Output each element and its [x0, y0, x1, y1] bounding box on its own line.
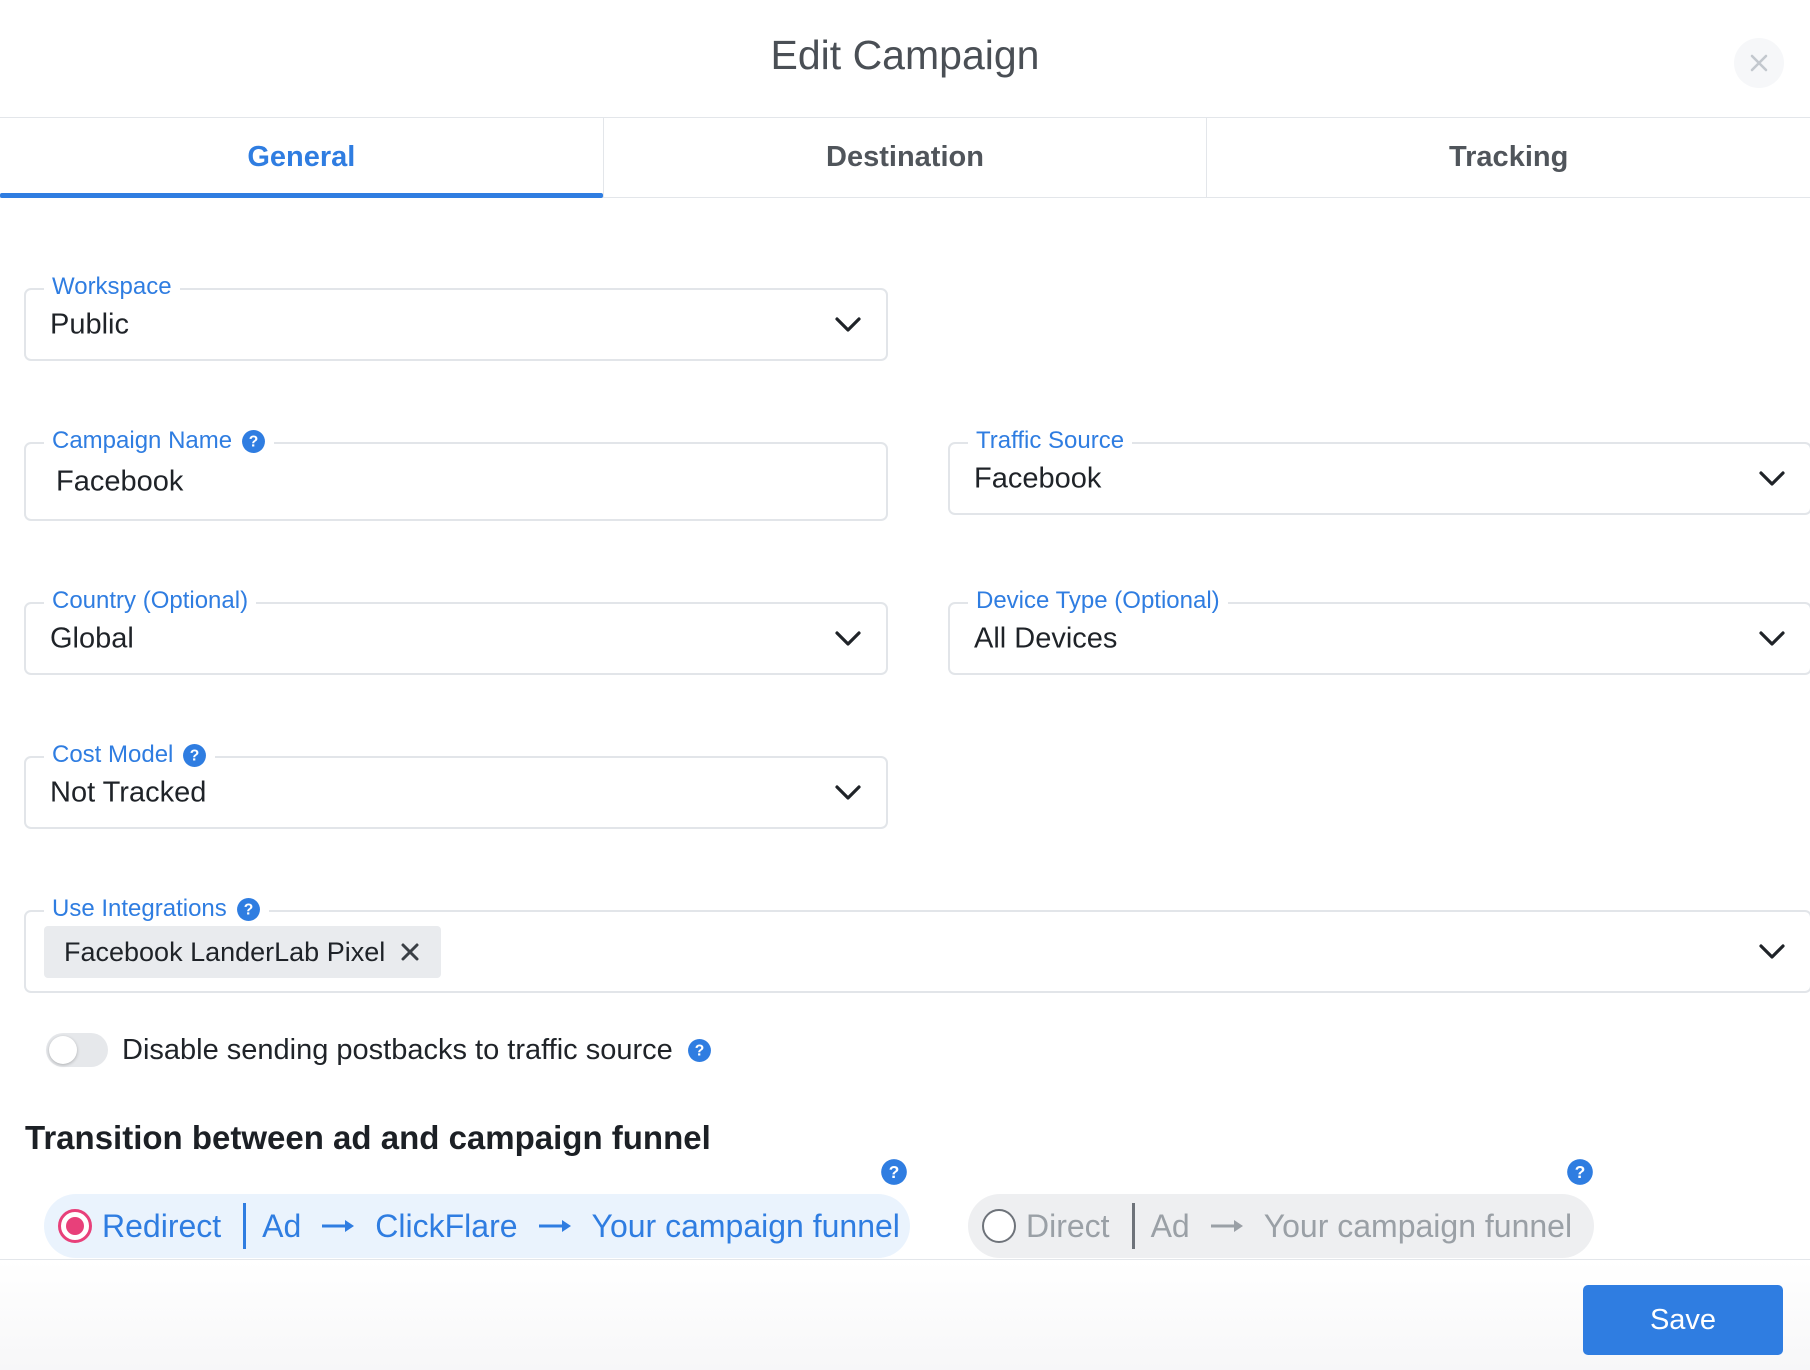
- chevron-down-icon: [835, 316, 861, 332]
- campaign-name-label: Campaign Name ?: [44, 427, 275, 455]
- svg-text:?: ?: [1575, 1162, 1586, 1182]
- flow-step: Ad: [262, 1207, 302, 1244]
- chevron-down-icon: [1759, 943, 1785, 959]
- close-icon: [1750, 54, 1768, 72]
- redirect-radio[interactable]: [58, 1209, 92, 1243]
- flow-step: Your campaign funnel: [1263, 1207, 1573, 1244]
- flow-separator: [243, 1203, 247, 1249]
- country-select[interactable]: Country (Optional) Global: [24, 587, 888, 675]
- traffic-source-select[interactable]: Traffic Source Facebook: [948, 427, 1810, 515]
- integrations-select[interactable]: Use Integrations ? Facebook LanderLab Pi…: [24, 895, 1810, 993]
- flow-separator: [1131, 1203, 1135, 1249]
- arrow-right-icon: [1210, 1220, 1243, 1232]
- help-icon[interactable]: ?: [687, 1038, 712, 1063]
- remove-chip-icon[interactable]: [399, 941, 421, 963]
- svg-text:?: ?: [249, 433, 259, 450]
- device-type-select[interactable]: Device Type (Optional) All Devices: [948, 587, 1810, 675]
- campaign-name-value: Facebook: [56, 465, 184, 497]
- direct-label: Direct: [1026, 1207, 1110, 1244]
- cost-model-label: Cost Model ?: [44, 741, 216, 769]
- chevron-down-icon: [835, 784, 861, 800]
- svg-text:?: ?: [243, 901, 253, 918]
- flow-step: Your campaign funnel: [591, 1207, 900, 1244]
- redirect-label: Redirect: [102, 1207, 222, 1244]
- modal-footer: Save: [0, 1259, 1810, 1370]
- help-icon[interactable]: ?: [182, 743, 207, 768]
- direct-help-icon[interactable]: ?: [1566, 1158, 1594, 1186]
- device-type-value: All Devices: [974, 622, 1118, 654]
- chevron-down-icon: [1759, 630, 1785, 646]
- chevron-down-icon: [1759, 470, 1785, 486]
- save-button[interactable]: Save: [1583, 1285, 1783, 1355]
- arrow-right-icon: [538, 1220, 571, 1232]
- workspace-select[interactable]: Workspace Public: [24, 273, 888, 361]
- redirect-help-icon[interactable]: ?: [880, 1158, 908, 1186]
- direct-option[interactable]: Direct Ad Your campaign funnel: [968, 1194, 1594, 1258]
- tab-general[interactable]: General: [0, 118, 603, 198]
- postbacks-toggle-label: Disable sending postbacks to traffic sou…: [122, 1033, 673, 1066]
- modal-title: Edit Campaign: [770, 32, 1040, 78]
- traffic-source-value: Facebook: [974, 462, 1102, 494]
- svg-text:?: ?: [190, 747, 200, 764]
- integration-chip-label: Facebook LanderLab Pixel: [64, 936, 386, 967]
- tab-tracking[interactable]: Tracking: [1206, 118, 1810, 197]
- chevron-down-icon: [835, 630, 861, 646]
- direct-radio[interactable]: [982, 1209, 1016, 1243]
- cost-model-value: Not Tracked: [50, 776, 207, 808]
- svg-text:?: ?: [694, 1042, 704, 1059]
- svg-text:?: ?: [889, 1162, 900, 1182]
- postbacks-toggle[interactable]: [46, 1033, 108, 1067]
- cost-model-select[interactable]: Cost Model ? Not Tracked: [24, 741, 888, 829]
- close-button[interactable]: [1734, 38, 1784, 88]
- transition-section-title: Transition between ad and campaign funne…: [25, 1119, 711, 1156]
- workspace-label: Workspace: [44, 273, 180, 301]
- campaign-name-input[interactable]: Campaign Name ? Facebook: [24, 427, 888, 521]
- modal-header: Edit Campaign: [0, 0, 1810, 118]
- flow-step: Ad: [1150, 1207, 1190, 1244]
- help-icon[interactable]: ?: [236, 897, 261, 922]
- integration-chip: Facebook LanderLab Pixel: [44, 926, 442, 978]
- arrow-right-icon: [322, 1220, 355, 1232]
- flow-step: ClickFlare: [375, 1207, 518, 1244]
- integrations-label: Use Integrations ?: [44, 895, 269, 923]
- redirect-option[interactable]: Redirect Ad ClickFlare Your campaign fun…: [44, 1194, 910, 1258]
- postbacks-toggle-row: Disable sending postbacks to traffic sou…: [46, 1033, 712, 1067]
- tab-destination[interactable]: Destination: [602, 118, 1207, 197]
- country-value: Global: [50, 622, 134, 654]
- toggle-knob: [49, 1036, 77, 1064]
- country-label: Country (Optional): [44, 587, 257, 615]
- help-icon[interactable]: ?: [241, 429, 266, 454]
- device-type-label: Device Type (Optional): [968, 587, 1228, 615]
- workspace-value: Public: [50, 308, 129, 340]
- tab-bar: General Destination Tracking: [0, 118, 1810, 198]
- traffic-source-label: Traffic Source: [968, 427, 1133, 455]
